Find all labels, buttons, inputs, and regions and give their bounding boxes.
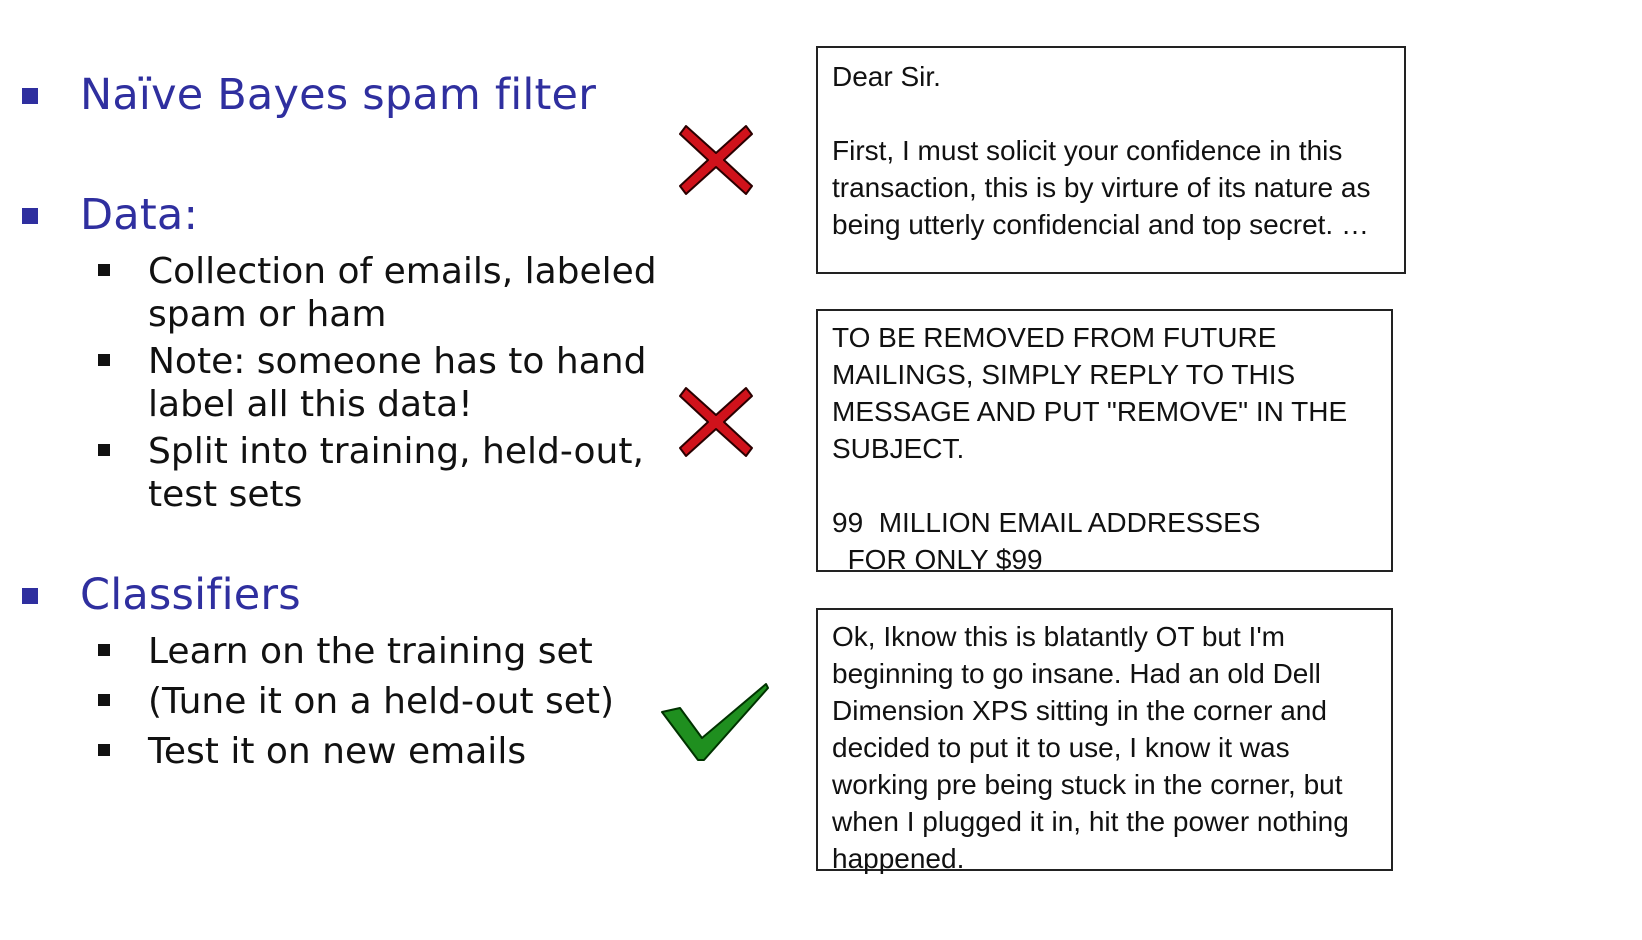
classifier-item-test: Test it on new emails <box>148 731 527 772</box>
email-spam-2: TO BE REMOVED FROM FUTURE MAILINGS, SIMP… <box>816 309 1393 575</box>
slide-title: Naïve Bayes spam filter <box>80 70 597 120</box>
heading-bullet <box>22 208 38 224</box>
heading-bullet <box>22 588 38 604</box>
email-spam-1: Dear Sir. First, I must solicit your con… <box>816 46 1406 274</box>
data-item-note: Note: someone has to hand label all this… <box>148 341 647 425</box>
cross-icon <box>679 125 753 195</box>
check-icon <box>661 683 769 761</box>
classifier-item-tune: (Tune it on a held-out set) <box>148 681 615 722</box>
cross-icon <box>679 387 753 457</box>
sub-bullet <box>98 694 110 706</box>
sub-bullet <box>98 744 110 756</box>
sub-bullet <box>98 354 110 366</box>
email-ham: Ok, Iknow this is blatantly OT but I'm b… <box>816 608 1393 874</box>
sub-bullet <box>98 444 110 456</box>
data-item-collection: Collection of emails, labeled spam or ha… <box>148 251 657 335</box>
classifier-item-learn: Learn on the training set <box>148 631 593 672</box>
classifiers-heading: Classifiers <box>80 570 301 620</box>
sub-bullet <box>98 644 110 656</box>
sub-bullet <box>98 264 110 276</box>
data-item-split: Split into training, held-out, test sets <box>148 431 644 515</box>
heading-bullet <box>22 88 38 104</box>
data-heading: Data: <box>80 190 199 240</box>
